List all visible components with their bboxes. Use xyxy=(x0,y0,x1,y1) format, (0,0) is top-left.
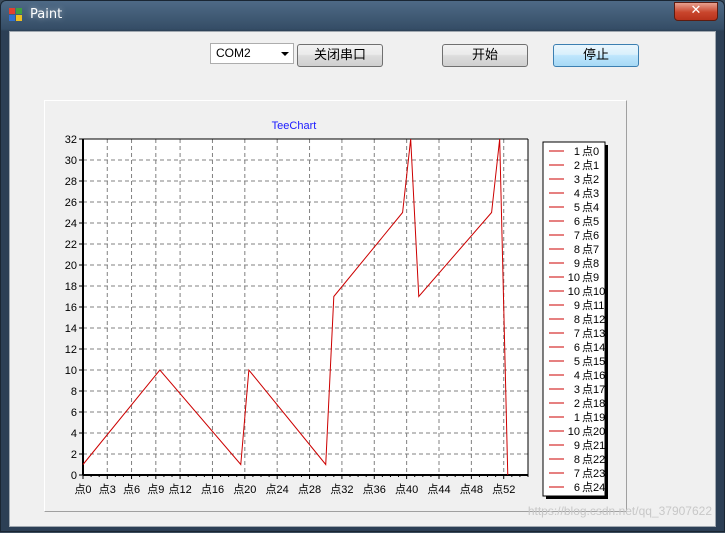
chart-title: TeeChart xyxy=(272,120,317,132)
x-tick-label: 点3 xyxy=(99,483,116,496)
x-tick-label: 点0 xyxy=(74,483,91,496)
legend-value: 8 xyxy=(574,454,580,466)
legend-value: 7 xyxy=(574,230,580,242)
legend-label: 点24 xyxy=(582,481,605,494)
legend-label: 点23 xyxy=(582,467,605,480)
legend-label: 点6 xyxy=(582,229,599,242)
watermark-text: https://blog.csdn.net/qq_37907622 xyxy=(527,504,712,518)
x-tick-label: 点6 xyxy=(123,483,140,496)
legend-value: 3 xyxy=(574,384,580,396)
y-tick-label: 30 xyxy=(65,155,77,167)
x-tick-label: 点36 xyxy=(363,483,386,496)
y-tick-label: 32 xyxy=(65,134,77,146)
teechart: 02468101214161820222426283032点0 点3 点6 点9 点12… xyxy=(65,120,608,499)
legend-value: 6 xyxy=(574,342,580,354)
x-tick-label: 点52 xyxy=(492,483,515,496)
legend-label: 点2 xyxy=(582,173,599,186)
legend-label: 点7 xyxy=(582,243,599,256)
legend-value: 5 xyxy=(574,356,580,368)
chart-grid xyxy=(83,138,528,475)
legend-label: 点15 xyxy=(582,355,605,368)
legend-value: 10 xyxy=(568,286,580,298)
x-tick-label: 点12 xyxy=(168,483,191,496)
legend-label: 点17 xyxy=(582,383,605,396)
legend-value: 9 xyxy=(574,300,580,312)
y-tick-label: 0 xyxy=(71,470,77,482)
legend-label: 点1 xyxy=(582,159,599,172)
x-tick-label: 点40 xyxy=(395,483,418,496)
y-tick-label: 6 xyxy=(71,407,77,419)
legend-label: 点19 xyxy=(582,411,605,424)
legend-value: 9 xyxy=(574,440,580,452)
legend-label: 点8 xyxy=(582,257,599,270)
x-tick-label: 点32 xyxy=(330,483,353,496)
x-tick-label: 点20 xyxy=(233,483,256,496)
legend-label: 点4 xyxy=(582,201,599,214)
legend-value: 7 xyxy=(574,468,580,480)
y-tick-label: 16 xyxy=(65,302,77,314)
x-tick-label: 点44 xyxy=(427,483,450,496)
legend-value: 2 xyxy=(574,398,580,410)
x-tick-label: 点48 xyxy=(460,483,483,496)
legend-label: 点10 xyxy=(582,285,605,298)
x-tick-label: 点9 xyxy=(147,483,164,496)
legend-label: 点9 xyxy=(582,271,599,284)
y-tick-label: 18 xyxy=(65,281,77,293)
legend-value: 2 xyxy=(574,160,580,172)
legend-value: 1 xyxy=(574,412,580,424)
y-tick-label: 4 xyxy=(71,428,77,440)
legend-value: 8 xyxy=(574,314,580,326)
legend-label: 点3 xyxy=(582,187,599,200)
legend-label: 点0 xyxy=(582,145,599,158)
legend-label: 点14 xyxy=(582,341,605,354)
legend-label: 点21 xyxy=(582,439,605,452)
legend-label: 点18 xyxy=(582,397,605,410)
legend-label: 点5 xyxy=(582,215,599,228)
app-window: Paint ✕ COM2 关闭串口 开始 停止 0 2 4 6 8 10 12 14 16 18 2… xyxy=(0,0,725,532)
legend-value: 4 xyxy=(574,370,580,382)
legend-value: 10 xyxy=(568,426,580,438)
y-tick-label: 26 xyxy=(65,197,77,209)
x-tick-label: 点24 xyxy=(266,483,289,496)
y-tick-label: 8 xyxy=(71,386,77,398)
legend-value: 8 xyxy=(574,244,580,256)
y-tick-label: 2 xyxy=(71,449,77,461)
y-tick-label: 20 xyxy=(65,260,77,272)
legend-value: 6 xyxy=(574,216,580,228)
y-tick-label: 28 xyxy=(65,176,77,188)
legend-label: 点12 xyxy=(582,313,605,326)
legend-value: 1 xyxy=(574,146,580,158)
y-tick-label: 10 xyxy=(65,365,77,377)
legend-value: 3 xyxy=(574,174,580,186)
legend-label: 点16 xyxy=(582,369,605,382)
x-tick-label: 点16 xyxy=(201,483,224,496)
y-tick-label: 14 xyxy=(65,323,77,335)
legend-value: 5 xyxy=(574,202,580,214)
y-tick-label: 24 xyxy=(65,218,77,230)
legend-value: 9 xyxy=(574,258,580,270)
legend-label: 点20 xyxy=(582,425,605,438)
legend-value: 10 xyxy=(568,272,580,284)
legend-value: 4 xyxy=(574,188,580,200)
legend-value: 6 xyxy=(574,482,580,494)
legend-label: 点11 xyxy=(582,299,604,312)
legend-label: 点22 xyxy=(582,453,605,466)
legend-label: 点13 xyxy=(582,327,605,340)
y-tick-label: 22 xyxy=(65,239,77,251)
legend-value: 7 xyxy=(574,328,580,340)
x-tick-label: 点28 xyxy=(298,483,321,496)
chart-legend: 1 点02 点13 点24 点35 点46 点57 点68 点79 点810 点910 点109 点11… xyxy=(542,141,608,499)
y-tick-label: 12 xyxy=(65,344,77,356)
